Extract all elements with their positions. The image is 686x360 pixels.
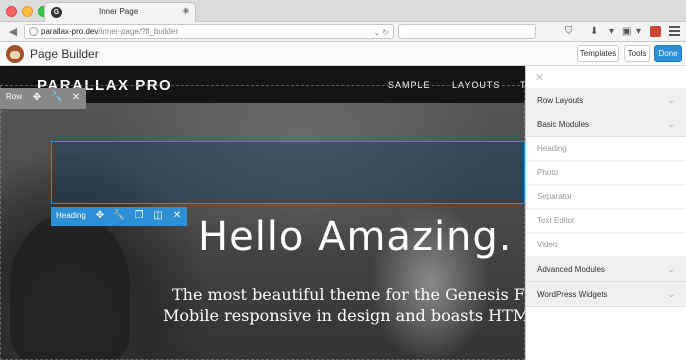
close-panel-icon[interactable]: ✕ bbox=[535, 71, 544, 84]
duplicate-icon[interactable]: ❐ bbox=[132, 209, 146, 223]
reload-icon[interactable]: ⌄ ↻ bbox=[373, 26, 389, 39]
heading-toolbar[interactable]: Heading ✥ 🔧 ❐ ◫ ✕ bbox=[51, 207, 187, 226]
url-path: /inner-page/?fl_builder bbox=[98, 27, 178, 36]
close-icon[interactable]: ✕ bbox=[69, 91, 83, 105]
section-row-layouts[interactable]: Row Layouts ⌄ bbox=[526, 88, 686, 113]
nav-item-layouts[interactable]: LAYOUTS bbox=[452, 80, 500, 90]
section-label: Row Layouts bbox=[537, 96, 584, 105]
dropdown-icon[interactable]: ▾ bbox=[609, 26, 614, 38]
minimize-window-button[interactable] bbox=[22, 6, 33, 17]
templates-button[interactable]: Templates bbox=[577, 45, 619, 62]
tab-favicon-icon: G bbox=[51, 7, 62, 18]
briefcase-icon[interactable]: ▣ bbox=[622, 26, 631, 38]
heading-toolbar-label: Heading bbox=[56, 211, 86, 220]
section-label: Advanced Modules bbox=[537, 265, 606, 274]
site-info-icon[interactable] bbox=[29, 27, 38, 36]
wrench-icon[interactable]: 🔧 bbox=[50, 91, 64, 105]
beaver-logo-icon bbox=[6, 45, 24, 63]
tools-button[interactable]: Tools bbox=[624, 45, 650, 62]
photographer-silhouette bbox=[10, 213, 130, 360]
url-host: parallax-pro.dev bbox=[41, 27, 99, 36]
page-builder-bar: Page Builder Templates Tools Done bbox=[0, 42, 686, 66]
browser-tab[interactable]: G Inner Page × bbox=[44, 2, 196, 22]
module-text-editor[interactable]: Text Editor bbox=[526, 209, 686, 233]
section-wordpress-widgets[interactable]: WordPress Widgets ⌄ bbox=[526, 282, 686, 307]
close-window-button[interactable] bbox=[6, 6, 17, 17]
pocket-icon[interactable]: ⛉ bbox=[565, 26, 573, 38]
wrench-icon[interactable]: 🔧 bbox=[112, 209, 126, 223]
row-toolbar[interactable]: Row ✥ 🔧 ✕ bbox=[0, 88, 86, 109]
chevron-down-icon: ⌄ bbox=[667, 119, 675, 129]
back-icon[interactable]: ◀ bbox=[6, 25, 20, 39]
chevron-down-icon: ⌄ bbox=[667, 95, 675, 105]
section-advanced-modules[interactable]: Advanced Modules ⌄ bbox=[526, 257, 686, 282]
module-heading[interactable]: Heading bbox=[526, 137, 686, 161]
chevron-down-icon: ⌄ bbox=[667, 289, 675, 299]
close-icon[interactable]: ✕ bbox=[170, 209, 184, 223]
hero-heading[interactable]: Hello Amazing. bbox=[198, 214, 513, 260]
addon-icon[interactable] bbox=[650, 26, 661, 37]
download-icon[interactable]: ⬇ bbox=[590, 26, 598, 38]
browser-toolbar: ◀ parallax-pro.dev/inner-page/?fl_builde… bbox=[0, 22, 686, 42]
nav-item-sample[interactable]: SAMPLE bbox=[388, 80, 431, 90]
module-separator[interactable]: Separator bbox=[526, 185, 686, 209]
columns-icon[interactable]: ◫ bbox=[151, 209, 165, 223]
url-field[interactable]: parallax-pro.dev/inner-page/?fl_builder … bbox=[24, 24, 394, 39]
section-label: WordPress Widgets bbox=[537, 290, 608, 299]
modules-sidebar: ✕ Row Layouts ⌄ Basic Modules ⌄ Heading … bbox=[525, 66, 686, 360]
search-field[interactable] bbox=[398, 24, 536, 39]
done-button[interactable]: Done bbox=[654, 45, 682, 62]
row-toolbar-label: Row bbox=[6, 92, 23, 101]
module-photo[interactable]: Photo bbox=[526, 161, 686, 185]
chevron-down-icon: ⌄ bbox=[667, 264, 675, 274]
dropdown-icon[interactable]: ▾ bbox=[636, 26, 641, 38]
module-video[interactable]: Video bbox=[526, 233, 686, 257]
new-tab-icon[interactable]: + bbox=[182, 3, 190, 18]
builder-title: Page Builder bbox=[30, 47, 99, 61]
move-icon[interactable]: ✥ bbox=[93, 209, 107, 223]
heading-module-box[interactable] bbox=[51, 141, 525, 204]
move-icon[interactable]: ✥ bbox=[30, 91, 44, 105]
section-basic-modules[interactable]: Basic Modules ⌄ bbox=[526, 112, 686, 137]
menu-icon[interactable] bbox=[669, 26, 680, 37]
tab-title: Inner Page bbox=[99, 7, 139, 16]
section-label: Basic Modules bbox=[537, 120, 590, 129]
browser-tab-bar: G Inner Page × + bbox=[0, 0, 686, 22]
